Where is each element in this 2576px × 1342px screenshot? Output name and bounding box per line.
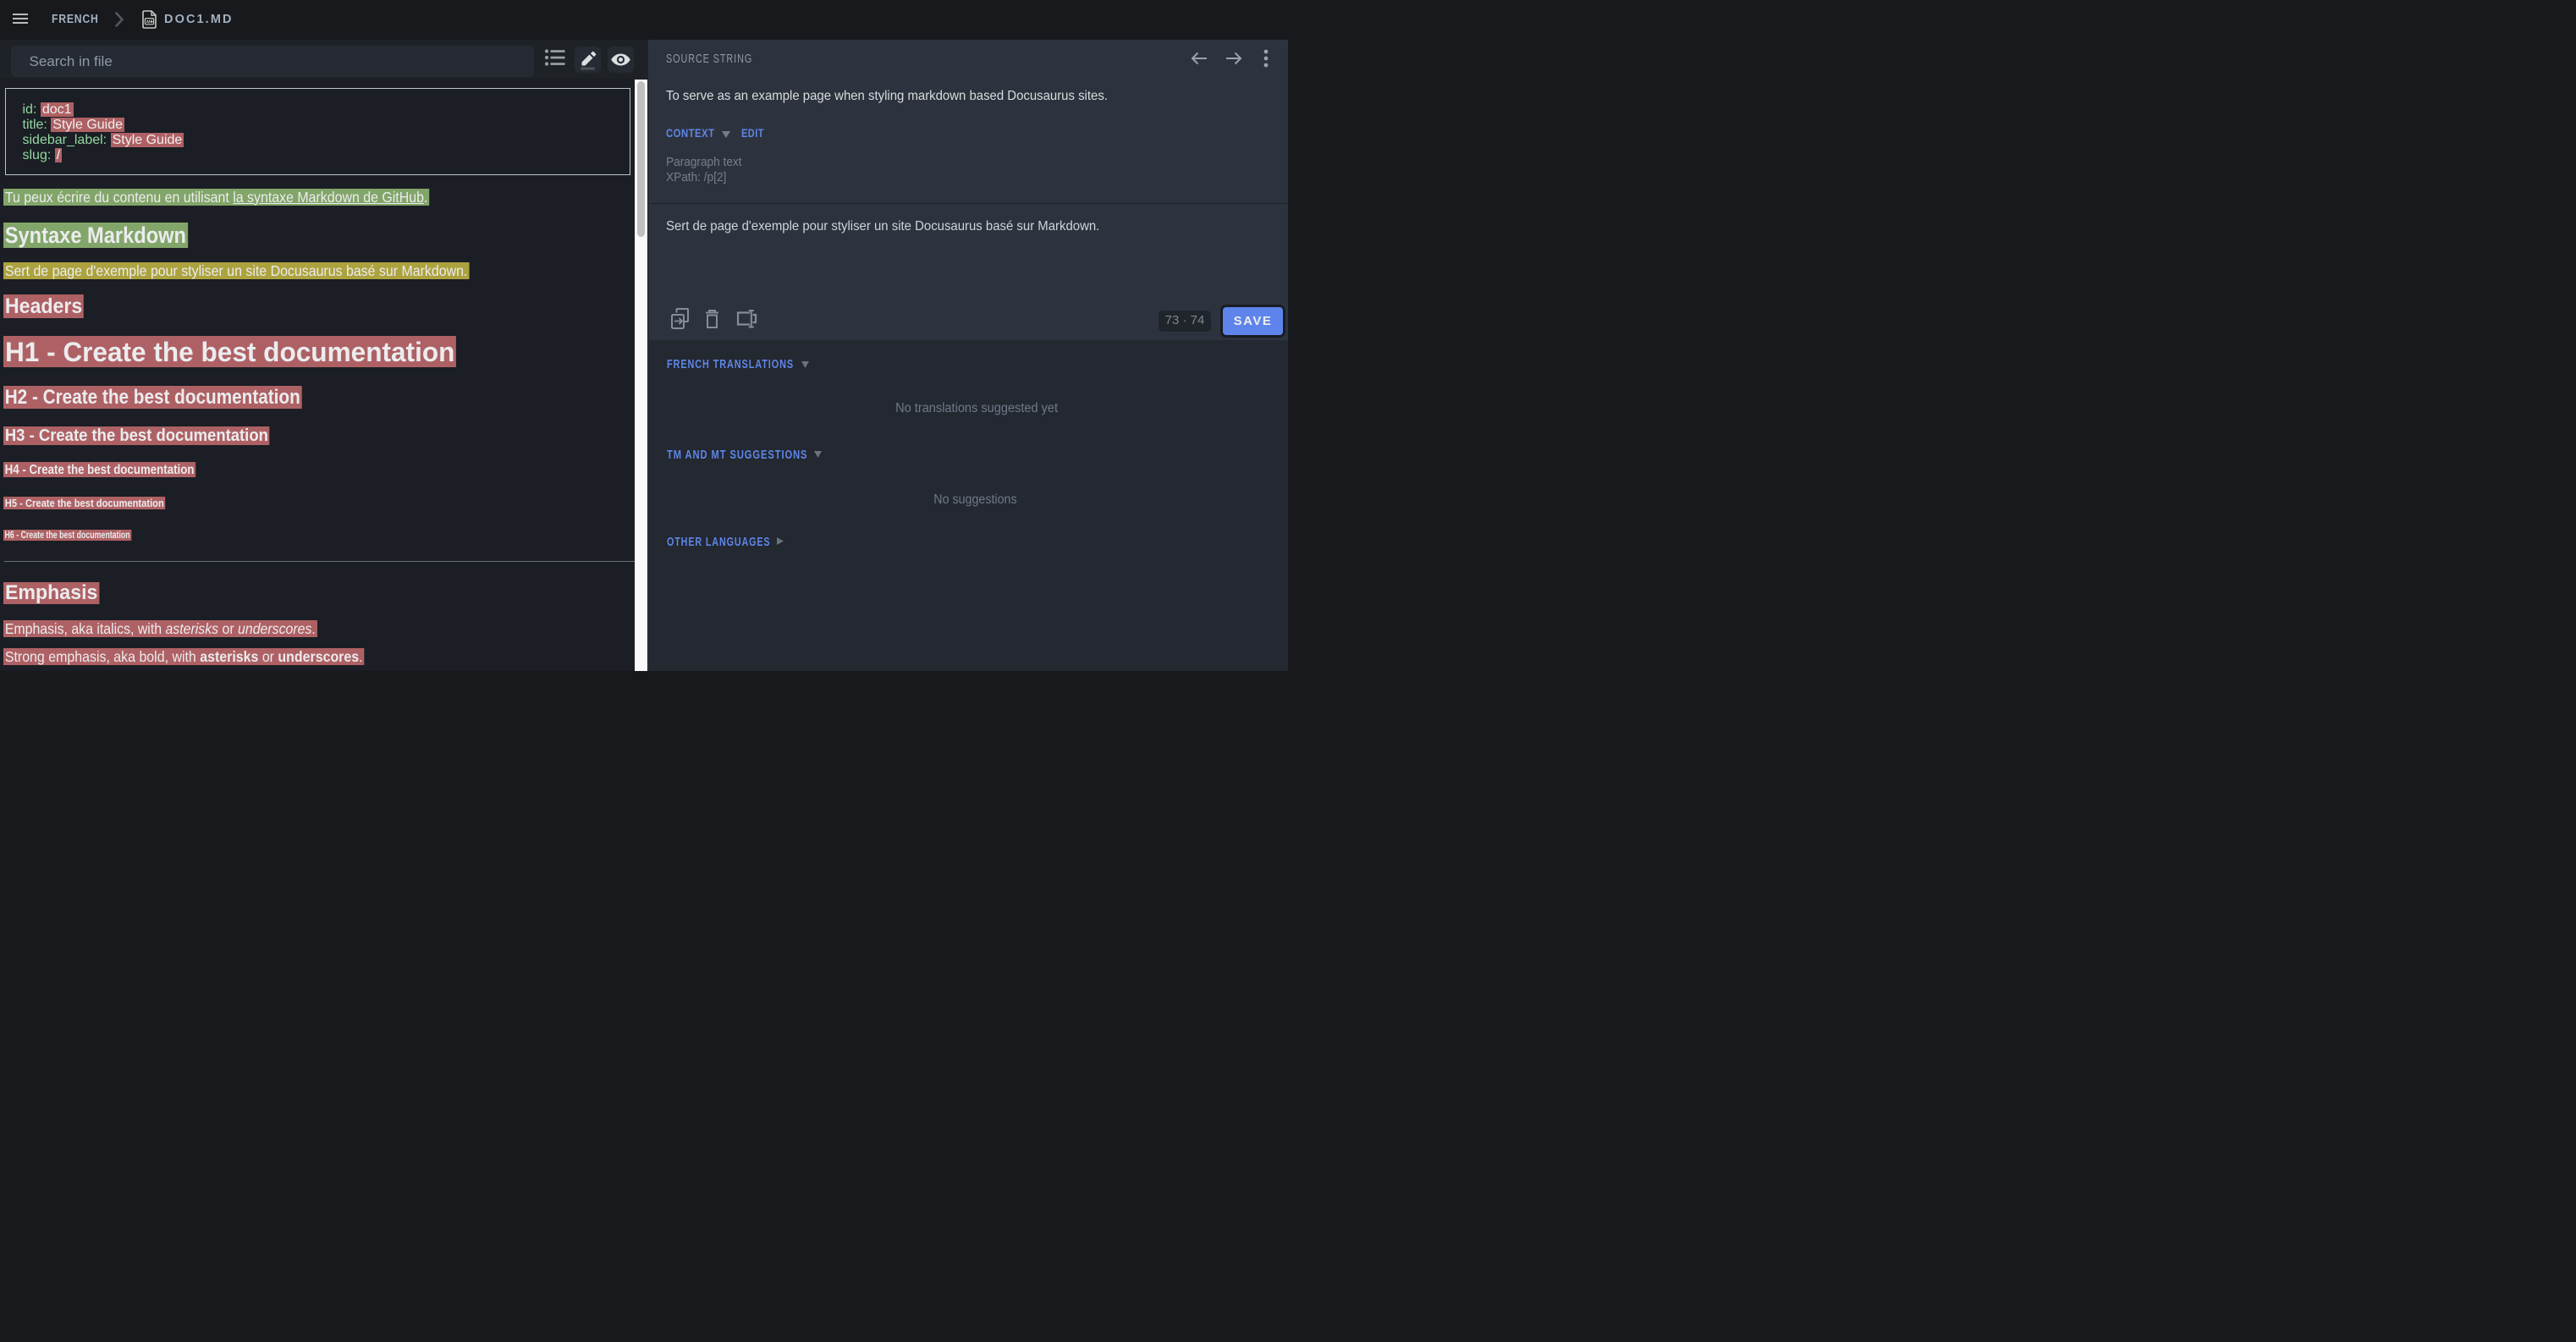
svg-text:M: M xyxy=(146,19,151,25)
